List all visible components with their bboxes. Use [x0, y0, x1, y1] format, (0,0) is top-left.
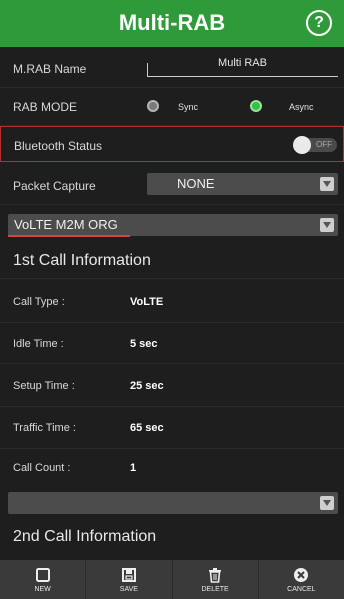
cancel-button[interactable]: CANCEL: [259, 560, 344, 599]
save-button[interactable]: SAVE: [86, 560, 173, 599]
help-icon[interactable]: ?: [306, 10, 332, 36]
bottom-toolbar: NEW SAVE DELETE CANCEL: [0, 560, 344, 599]
table-row: Traffic Time : 65 sec: [0, 407, 344, 449]
packet-capture-value: NONE: [177, 176, 215, 191]
call2-title: 2nd Call Information: [13, 528, 157, 545]
profile-value: VoLTE M2M ORG: [14, 217, 118, 232]
save-label: SAVE: [119, 586, 138, 593]
save-icon: [121, 568, 136, 582]
chevron-down-icon: [320, 218, 334, 232]
table-row: Setup Time : 25 sec: [0, 364, 344, 407]
call1-title: 1st Call Information: [13, 252, 151, 269]
call-count-value: 1: [130, 462, 137, 474]
packet-capture-select[interactable]: NONE: [147, 173, 338, 195]
cancel-icon: [294, 568, 309, 582]
call2-header: 2nd Call Information: [0, 519, 344, 560]
delete-label: DELETE: [201, 586, 229, 593]
sync-radio[interactable]: [147, 100, 159, 112]
profile-row: VoLTE M2M ORG: [0, 205, 344, 243]
mrab-name-label: M.RAB Name: [13, 62, 87, 76]
profile-underline: [8, 235, 130, 237]
new-button[interactable]: NEW: [0, 560, 87, 599]
idle-time-value: 5 sec: [130, 338, 158, 350]
new-label: NEW: [34, 586, 51, 593]
trash-icon: [209, 568, 222, 583]
mrab-name-field[interactable]: Multi RAB: [147, 57, 338, 69]
mrab-name-row: M.RAB Name Multi RAB: [0, 47, 344, 88]
async-radio-label: Async: [289, 102, 314, 112]
traffic-time-value: 65 sec: [130, 422, 164, 434]
call-count-label: Call Count :: [13, 462, 71, 474]
call-type-label: Call Type :: [13, 296, 65, 308]
call2-select-row: [0, 487, 344, 519]
table-row: Call Type : VoLTE: [0, 279, 344, 323]
call1-header: 1st Call Information: [0, 243, 344, 279]
cancel-label: CANCEL: [287, 586, 316, 593]
bluetooth-toggle-state: OFF: [316, 140, 332, 149]
setup-time-label: Setup Time :: [13, 380, 75, 392]
call-type-value: VoLTE: [130, 296, 164, 308]
chevron-down-icon: [320, 496, 334, 510]
setup-time-value: 25 sec: [130, 380, 164, 392]
bluetooth-toggle[interactable]: OFF: [293, 136, 337, 154]
bluetooth-status-row: Bluetooth Status OFF: [0, 126, 344, 162]
rab-mode-label: RAB MODE: [13, 100, 78, 114]
table-row: Idle Time : 5 sec: [0, 323, 344, 364]
toggle-knob: [293, 136, 311, 154]
sync-radio-label: Sync: [178, 102, 199, 112]
traffic-time-label: Traffic Time :: [13, 422, 76, 434]
idle-time-label: Idle Time :: [13, 338, 64, 350]
delete-button[interactable]: DELETE: [173, 560, 259, 599]
rab-mode-row: RAB MODE Sync Async: [0, 88, 344, 126]
app-header: Multi-RAB ?: [0, 0, 344, 47]
table-row: Call Count : 1: [0, 449, 344, 487]
chevron-down-icon: [320, 177, 334, 191]
packet-capture-row: Packet Capture NONE: [0, 162, 344, 205]
async-radio[interactable]: [250, 100, 262, 112]
call2-select[interactable]: [8, 492, 338, 514]
page-title: Multi-RAB: [118, 10, 226, 35]
packet-capture-label: Packet Capture: [13, 179, 96, 193]
bluetooth-status-label: Bluetooth Status: [14, 139, 103, 153]
profile-select[interactable]: VoLTE M2M ORG: [8, 214, 338, 236]
new-icon: [35, 568, 50, 582]
